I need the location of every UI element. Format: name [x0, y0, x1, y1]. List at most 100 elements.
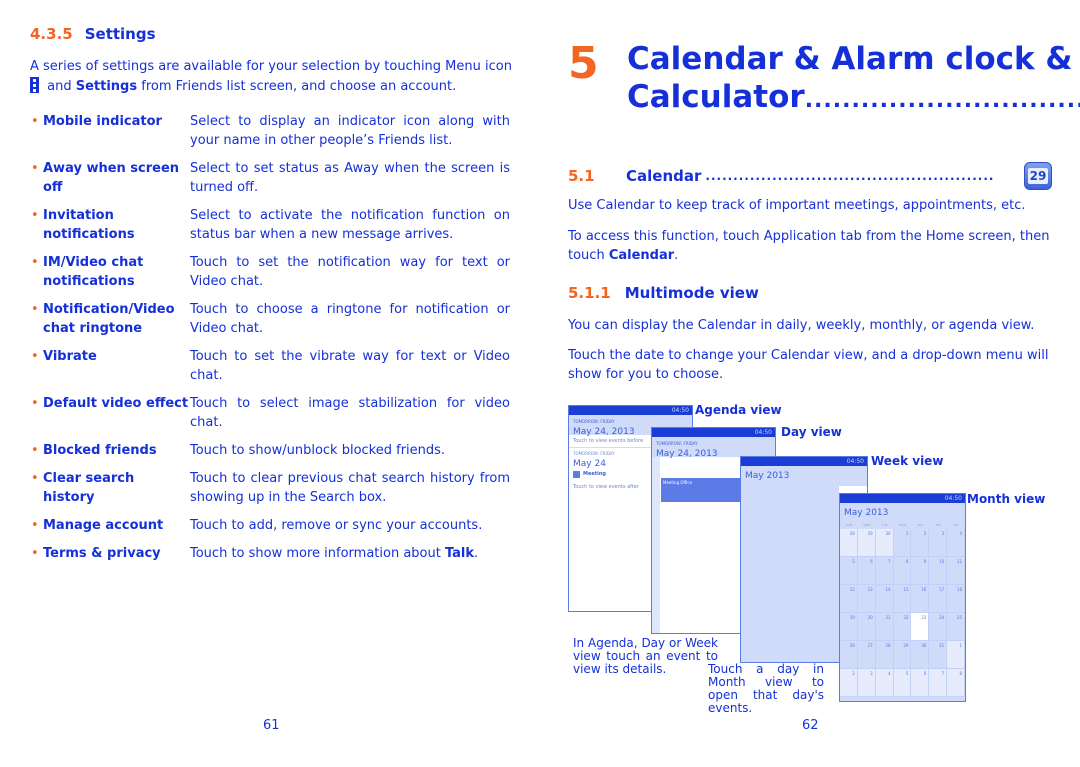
- month-day-cell[interactable]: 9: [911, 557, 930, 585]
- month-day-cell[interactable]: 18: [947, 585, 965, 613]
- settings-term: Mobile indicator: [30, 112, 190, 150]
- settings-desc: Touch to show/unblock blocked friends.: [190, 441, 510, 460]
- calendar-app-icon: 29: [1024, 162, 1052, 190]
- month-day-cell[interactable]: 8: [947, 669, 965, 697]
- month-day-cell[interactable]: 17: [929, 585, 948, 613]
- desc-text: Select to display an indicator icon alon…: [190, 114, 510, 148]
- month-day-cell[interactable]: 13: [857, 585, 876, 613]
- settings-term: Away when screen off: [30, 159, 190, 197]
- month-day-cell[interactable]: 27: [857, 641, 876, 669]
- month-day-cell[interactable]: 15: [893, 585, 912, 613]
- month-day-cell[interactable]: 8: [893, 557, 912, 585]
- right-page: 5 Calendar & Alarm clock & Calculator...…: [540, 0, 1080, 767]
- month-day-cell[interactable]: 26: [840, 641, 858, 669]
- desc-text: Touch to set the vibrate way for text or…: [190, 349, 510, 383]
- desc-text: Touch to show/unblock blocked friends.: [190, 443, 446, 458]
- month-day-cell[interactable]: 6: [911, 669, 930, 697]
- caption-month: Touch a day in Month view to open that d…: [708, 662, 824, 715]
- month-day-cell[interactable]: 5: [893, 669, 912, 697]
- desc-bold: Talk: [444, 546, 475, 561]
- page-number: 61: [263, 718, 280, 733]
- paragraph-bold: Calendar: [608, 248, 675, 263]
- status-time: 04:50: [652, 428, 775, 437]
- settings-item: Clear search historyTouch to clear previ…: [30, 469, 510, 507]
- day-view-label: Day view: [781, 425, 842, 439]
- month-day-cell[interactable]: 3: [857, 669, 876, 697]
- month-day-cell[interactable]: 12: [840, 585, 858, 613]
- month-view-label: Month view: [967, 492, 1046, 506]
- subsection-number: 5.1.1: [568, 284, 611, 302]
- settings-item: Blocked friendsTouch to show/unblock blo…: [30, 441, 510, 460]
- chapter-number: 5: [568, 38, 599, 89]
- settings-item: VibrateTouch to set the vibrate way for …: [30, 347, 510, 385]
- month-day-cell[interactable]: 7: [929, 669, 948, 697]
- month-day-cell[interactable]: 30: [911, 641, 930, 669]
- month-day-cell[interactable]: 4: [947, 529, 965, 557]
- paragraph: Use Calendar to keep track of important …: [568, 198, 1026, 213]
- intro-text: from Friends list screen, and choose an …: [137, 79, 457, 94]
- month-day-cell[interactable]: 1: [893, 529, 912, 557]
- month-day-cell[interactable]: 6: [857, 557, 876, 585]
- settings-desc: Select to activate the notification func…: [190, 206, 510, 244]
- month-day-cell[interactable]: 25: [947, 613, 965, 641]
- month-day-cell[interactable]: 10: [929, 557, 948, 585]
- settings-term: Default video effect: [30, 394, 190, 432]
- settings-desc: Touch to set the vibrate way for text or…: [190, 347, 510, 385]
- month-month: May 2013: [840, 503, 965, 523]
- settings-desc: Touch to show more information about Tal…: [190, 544, 510, 563]
- status-time: 04:50: [840, 494, 965, 503]
- month-day-cell[interactable]: 1: [947, 641, 965, 669]
- date-small: TOMORROW, FRIDAY: [573, 419, 615, 424]
- month-day-cell[interactable]: 20: [857, 613, 876, 641]
- settings-item: Mobile indicatorSelect to display an ind…: [30, 112, 510, 150]
- page-number: 62: [802, 718, 819, 733]
- paragraph: To access this function, touch Applicati…: [568, 227, 1056, 265]
- month-day-cell[interactable]: 23: [911, 613, 930, 641]
- month-day-cell[interactable]: 16: [911, 585, 930, 613]
- month-day-cell[interactable]: 28: [875, 641, 894, 669]
- paragraph: You can display the Calendar in daily, w…: [568, 318, 1035, 333]
- month-grid: SUN MON TUE WED THU FRI SAT 28 29 30 1 2 3 4 5 6 7 8 9 10 11…: [840, 523, 965, 701]
- month-day-cell[interactable]: 4: [875, 669, 894, 697]
- month-day-cell[interactable]: 21: [875, 613, 894, 641]
- settings-desc: Touch to select image stabilization for …: [190, 394, 510, 432]
- month-day-cell[interactable]: 11: [947, 557, 965, 585]
- left-page: 4.3.5 Settings A series of settings are a…: [0, 0, 540, 767]
- month-day-cell[interactable]: 3: [929, 529, 948, 557]
- section-heading-settings: 4.3.5 Settings: [30, 25, 156, 43]
- month-day-cell[interactable]: 28: [840, 529, 858, 557]
- leader-dots: ..............................: [804, 88, 1080, 113]
- month-day-cell[interactable]: 22: [893, 613, 912, 641]
- month-day-cell[interactable]: 29: [857, 529, 876, 557]
- settings-term: Invitation notifications: [30, 206, 190, 244]
- desc-text: Select to set status as Away when the sc…: [190, 161, 510, 195]
- settings-desc: Select to display an indicator icon alon…: [190, 112, 510, 150]
- month-day-cell[interactable]: 29: [893, 641, 912, 669]
- month-day-cell[interactable]: 19: [840, 613, 858, 641]
- month-day-cell[interactable]: 24: [929, 613, 948, 641]
- month-day-cell[interactable]: 5: [840, 557, 858, 585]
- settings-desc: Select to set status as Away when the sc…: [190, 159, 510, 197]
- settings-item: Terms & privacyTouch to show more inform…: [30, 544, 510, 563]
- section-title: Calendar: [626, 167, 702, 185]
- calendar-icon-label: 29: [1027, 168, 1049, 184]
- settings-item: Notification/Video chat ringtoneTouch to…: [30, 300, 510, 338]
- month-day-cell[interactable]: 31: [929, 641, 948, 669]
- month-day-cell[interactable]: 14: [875, 585, 894, 613]
- desc-text: .: [474, 546, 479, 561]
- leader-dots: ........................................…: [705, 169, 995, 183]
- intro-bold: Settings: [75, 79, 138, 94]
- month-day-cell[interactable]: 30: [875, 529, 894, 557]
- month-view-screenshot: 04:50 May 2013 SUN MON TUE WED THU FRI SAT 28 29…: [839, 493, 966, 702]
- intro-paragraph: A series of settings are available for y…: [30, 57, 515, 97]
- month-day-cell[interactable]: 2: [911, 529, 930, 557]
- month-day-cell[interactable]: 7: [875, 557, 894, 585]
- month-day-cell[interactable]: 2: [840, 669, 858, 697]
- status-time: 04:50: [569, 406, 692, 415]
- intro-text: A series of settings are available for y…: [30, 59, 512, 74]
- subsection-heading: 5.1.1 Multimode view: [568, 284, 759, 302]
- settings-desc: Touch to set the notification way for te…: [190, 253, 510, 291]
- settings-term: Blocked friends: [30, 441, 190, 460]
- settings-term: Clear search history: [30, 469, 190, 507]
- settings-term: Terms & privacy: [30, 544, 190, 563]
